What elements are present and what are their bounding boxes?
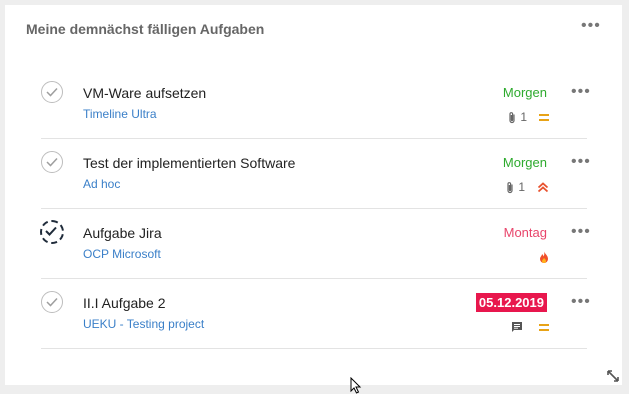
paperclip-icon [509,111,515,123]
tasks-widget: Meine demnächst fälligen Aufgaben ••• VM… [5,5,622,385]
mouse-cursor-icon [350,377,362,394]
task-meta: 1 [506,180,549,194]
task-more-icon[interactable]: ••• [571,224,591,240]
task-more-icon[interactable]: ••• [571,294,591,310]
task-more-icon[interactable]: ••• [571,84,591,100]
task-row[interactable]: VM-Ware aufsetzen Timeline Ultra Morgen … [41,69,590,139]
task-project-link[interactable]: Timeline Ultra [83,107,157,121]
in-progress-check-icon[interactable] [40,220,64,244]
task-due-date: Montag [503,225,547,240]
attachment-count[interactable]: 1 [508,110,527,124]
check-circle-icon[interactable] [41,81,63,103]
attachment-count[interactable]: 1 [506,180,525,194]
task-row[interactable]: Test der implementierten Software Ad hoc… [41,139,590,209]
paperclip-icon [507,181,513,193]
task-meta [539,250,549,264]
task-row[interactable]: Aufgabe Jira OCP Microsoft Montag ••• [40,209,590,279]
widget-title: Meine demnächst fälligen Aufgaben [26,21,265,37]
task-list: VM-Ware aufsetzen Timeline Ultra Morgen … [40,69,590,349]
task-name[interactable]: Aufgabe Jira [83,225,162,241]
priority-normal-icon [539,113,549,121]
task-meta: 1 [508,110,549,124]
task-more-icon[interactable]: ••• [571,154,591,170]
task-name[interactable]: VM-Ware aufsetzen [83,85,206,101]
check-circle-icon[interactable] [41,291,63,313]
task-due-date: Morgen [502,85,547,100]
comment-icon[interactable] [511,321,523,333]
fire-icon [540,251,548,263]
task-name[interactable]: Test der implementierten Software [83,155,295,171]
task-project-link[interactable]: Ad hoc [83,177,120,191]
task-row[interactable]: II.I Aufgabe 2 UEKU - Testing project 05… [41,279,590,349]
attachment-count-value: 1 [520,110,527,124]
priority-high-icon [537,181,549,192]
resize-diagonal-icon[interactable] [606,369,620,383]
task-due-date-overdue-badge: 05.12.2019 [475,293,547,312]
task-project-link[interactable]: UEKU - Testing project [83,317,204,331]
check-circle-icon[interactable] [41,151,63,173]
task-due-date: Morgen [502,155,547,170]
task-name[interactable]: II.I Aufgabe 2 [83,295,166,311]
task-project-link[interactable]: OCP Microsoft [83,247,161,261]
priority-normal-icon [539,323,549,331]
attachment-count-value: 1 [518,180,525,194]
widget-more-icon[interactable]: ••• [581,18,601,34]
task-meta [511,320,549,334]
